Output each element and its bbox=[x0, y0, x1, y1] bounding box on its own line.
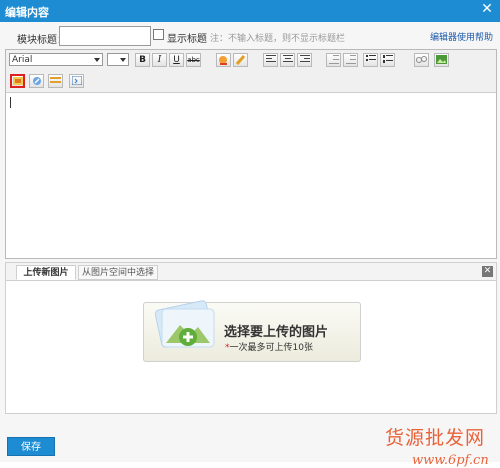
align-left-button[interactable] bbox=[263, 53, 278, 67]
image-icon bbox=[436, 55, 447, 64]
outdent-icon bbox=[328, 55, 339, 64]
align-center-icon bbox=[282, 55, 293, 62]
editor-toolbar: Arial B I U abc bbox=[6, 50, 496, 93]
title-note: 注：不输入标题，则不显示标题栏 bbox=[210, 34, 346, 44]
bold-button[interactable]: B bbox=[135, 53, 150, 67]
select-images-button[interactable]: 选择要上传的图片 *一次最多可上传10张 bbox=[143, 300, 361, 362]
indent-button[interactable] bbox=[343, 53, 358, 67]
horizontal-rule-icon bbox=[50, 77, 61, 83]
numbered-list-button[interactable] bbox=[380, 53, 395, 67]
font-family-value: Arial bbox=[12, 55, 33, 65]
italic-button[interactable]: I bbox=[152, 53, 167, 67]
link-button[interactable] bbox=[414, 53, 429, 67]
image-upload-panel: 上传新图片 从图片空间中选择 ✕ 选择要上传的图片 *一次最多可上传10张 bbox=[5, 262, 497, 414]
align-right-icon bbox=[299, 55, 310, 62]
bullet-list-icon bbox=[365, 55, 376, 61]
editor-content-area[interactable] bbox=[6, 93, 496, 258]
pencil-circle-icon bbox=[32, 77, 41, 85]
source-code-button[interactable] bbox=[69, 74, 84, 88]
outdent-button[interactable] bbox=[326, 53, 341, 67]
close-icon[interactable]: ✕ bbox=[482, 266, 493, 277]
emoticon-button[interactable] bbox=[29, 74, 44, 88]
dialog-titlebar: 编辑内容 ✕ bbox=[0, 0, 500, 22]
underline-button[interactable]: U bbox=[169, 53, 184, 67]
text-caret bbox=[10, 97, 11, 108]
rich-text-editor: Arial B I U abc bbox=[5, 49, 497, 259]
watermark-title: 货源批发网 bbox=[385, 427, 486, 449]
editor-help-link[interactable]: 编辑器使用帮助 bbox=[430, 30, 493, 43]
horizontal-rule-button[interactable] bbox=[48, 74, 63, 88]
align-left-icon bbox=[265, 55, 276, 62]
font-size-select[interactable] bbox=[107, 53, 129, 66]
align-center-button[interactable] bbox=[280, 53, 295, 67]
text-color-icon bbox=[219, 56, 227, 65]
tab-image-space[interactable]: 从图片空间中选择 bbox=[78, 265, 158, 280]
align-right-button[interactable] bbox=[297, 53, 312, 67]
watermark-url: www.6pf.cn bbox=[412, 453, 489, 468]
bullet-list-button[interactable] bbox=[363, 53, 378, 67]
upload-title: 选择要上传的图片 bbox=[224, 325, 329, 340]
chevron-down-icon bbox=[120, 58, 126, 62]
close-icon[interactable]: ✕ bbox=[480, 2, 494, 16]
show-title-label: 显示标题 bbox=[167, 34, 207, 45]
image-upload-button[interactable] bbox=[10, 74, 25, 88]
upload-limit-text: *一次最多可上传10张 bbox=[225, 340, 313, 353]
title-row: 模块标题： 显示标题 注：不输入标题，则不显示标题栏 编辑器使用帮助 bbox=[0, 22, 500, 50]
module-title-input[interactable] bbox=[59, 26, 151, 46]
show-title-checkbox[interactable] bbox=[153, 29, 164, 40]
insert-image-button[interactable] bbox=[434, 53, 449, 67]
tab-upload-new[interactable]: 上传新图片 bbox=[16, 265, 76, 280]
text-color-button[interactable] bbox=[216, 53, 231, 67]
pencil-icon bbox=[235, 55, 246, 65]
link-icon bbox=[416, 56, 427, 63]
source-icon bbox=[71, 76, 82, 85]
chevron-down-icon bbox=[94, 58, 100, 62]
save-button[interactable]: 保存 bbox=[7, 437, 55, 456]
photo-stack-icon bbox=[154, 300, 215, 348]
upload-limit-label: 一次最多可上传10张 bbox=[229, 343, 313, 353]
photo-upload-icon bbox=[12, 77, 23, 85]
highlight-button[interactable] bbox=[233, 53, 248, 67]
dialog-title: 编辑内容 bbox=[5, 6, 49, 19]
dialog-body: 模块标题： 显示标题 注：不输入标题，则不显示标题栏 编辑器使用帮助 Arial… bbox=[0, 22, 500, 468]
indent-icon bbox=[345, 55, 356, 64]
upload-tabbar: 上传新图片 从图片空间中选择 ✕ bbox=[6, 263, 496, 281]
numbered-list-icon bbox=[382, 55, 393, 63]
font-family-select[interactable]: Arial bbox=[9, 53, 103, 66]
strikethrough-button[interactable]: abc bbox=[186, 53, 201, 67]
